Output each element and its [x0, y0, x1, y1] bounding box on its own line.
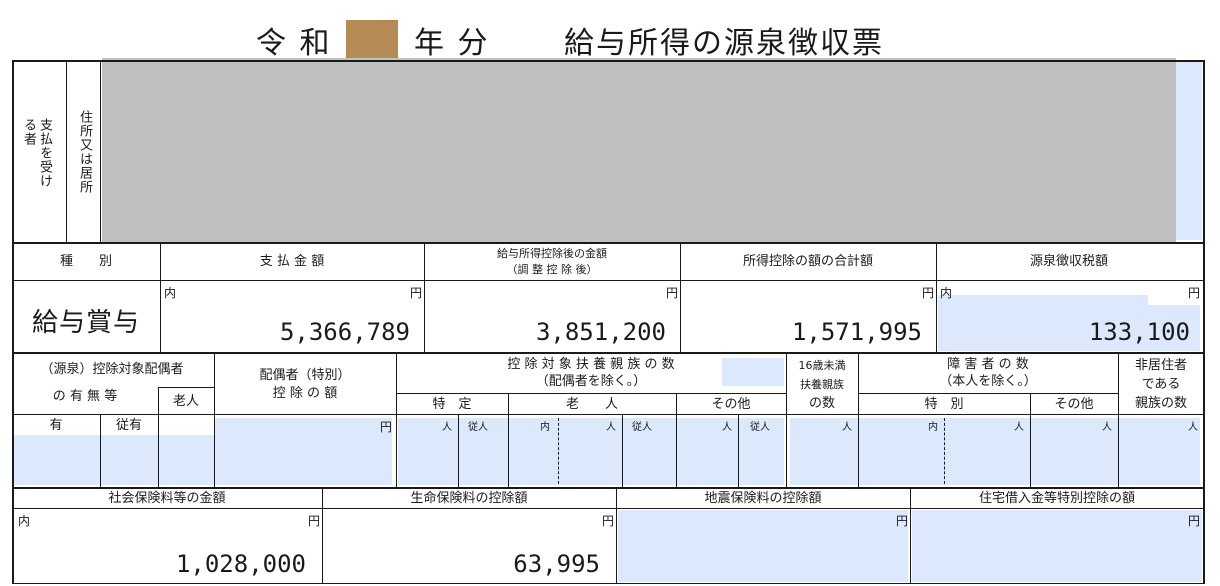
address-label: 住所又は居所 — [77, 110, 92, 194]
life-insurance-header: 生命保険料の控除額 — [410, 491, 528, 506]
social-insurance-header: 社会保険料等の金額 — [108, 491, 226, 506]
housing-yen: 円 — [1188, 514, 1201, 528]
deduction-total-header: 所得控除の額の合計額 — [742, 254, 873, 269]
tax-header: 源泉徴収税額 — [1029, 254, 1108, 269]
life-insurance-amount: 63,995 — [513, 550, 600, 578]
spouse-follower-label: 従有 — [115, 418, 142, 433]
row2-sub-rojin-dash — [558, 418, 559, 484]
quake-yen: 円 — [896, 514, 909, 528]
title-era: 令 和 — [256, 26, 332, 61]
after-deduction-subheader: （調 整 控 除 後） — [506, 263, 598, 276]
payment-inner-label: 内 — [164, 286, 177, 300]
row2-col-dis — [858, 352, 859, 487]
spouse-header-1: （源泉）控除対象配偶者 — [40, 362, 184, 377]
frame-top — [12, 60, 1204, 62]
housing-loan-header: 住宅借入金等特別控除の額 — [978, 491, 1135, 506]
row1-bottom — [12, 352, 1204, 354]
tax-yen: 円 — [1188, 286, 1201, 300]
frame-bottom — [12, 583, 1204, 584]
dependents-header-2: （配偶者を除く。） — [535, 374, 647, 389]
row1-header-bottom — [12, 280, 1204, 281]
document-title: 給与所得の源泉徴収票 — [564, 26, 884, 61]
nonresident-header-2: である — [1141, 377, 1181, 392]
spouse-header-2: の 有 無 等 — [52, 389, 118, 404]
row2-sub-tokutei — [458, 414, 459, 487]
nonresident-person: 人 — [1188, 422, 1198, 433]
spouse-yes-label: 有 — [49, 418, 63, 433]
rojin-person: 人 — [606, 422, 616, 433]
tax-inner-label: 内 — [940, 286, 953, 300]
disabled-special-header: 特 別 — [924, 397, 964, 412]
address-redaction — [102, 58, 1176, 244]
after-deduction-header: 給与所得控除後の金額 — [497, 247, 607, 260]
dependents-sonota-header: その他 — [711, 397, 751, 412]
row2-dis-sep — [858, 393, 1118, 394]
row2-sub-dis-dash — [944, 418, 945, 484]
life-yen: 円 — [602, 514, 615, 528]
deduction-total-yen: 円 — [922, 286, 935, 300]
quake-fill — [618, 510, 908, 582]
disabled-special-person: 人 — [1014, 422, 1024, 433]
recipient-side-label: 支払を受ける者 — [21, 118, 52, 188]
rojin-follow-person: 従人 — [632, 422, 652, 433]
row2-sub-sonota — [738, 414, 739, 487]
nonresident-header-1: 非居住者 — [1134, 358, 1187, 373]
tax-amount: 133,100 — [1088, 318, 1190, 346]
row2-bottom — [12, 487, 1204, 489]
sonota-follow-person: 従人 — [750, 422, 770, 433]
dependents-header-1: 控 除 対 象 扶 養 親 族 の 数 — [507, 357, 675, 372]
payment-yen: 円 — [410, 286, 423, 300]
nonresident-header-3: 親族の数 — [1134, 396, 1187, 411]
title-year-suffix: 年 分 — [414, 26, 490, 61]
deduction-total-amount: 1,571,995 — [791, 318, 922, 346]
social-yen: 円 — [308, 514, 321, 528]
sonota-person: 人 — [722, 422, 732, 433]
recipient-divider-1 — [66, 60, 67, 242]
social-insurance-amount: 1,028,000 — [175, 550, 306, 578]
under16-header-3: の数 — [808, 396, 835, 411]
dependents-tokutei-header: 特 定 — [432, 397, 472, 412]
disabled-special-inner: 内 — [928, 422, 938, 433]
row2-deps-sep — [396, 393, 786, 394]
row2-col-deps — [396, 352, 397, 487]
disabled-header-2: （本人を除く。） — [939, 374, 1037, 389]
housing-fill — [912, 510, 1202, 582]
row3-header-bottom — [12, 508, 1204, 509]
recipient-divider-2 — [100, 60, 101, 242]
dependents-rojin-header: 老 人 — [565, 397, 618, 412]
payment-amount: 5,366,789 — [279, 318, 410, 346]
payment-header: 支 払 金 額 — [259, 254, 325, 269]
disabled-other-person: 人 — [1102, 422, 1112, 433]
earthquake-insurance-header: 地震保険料の控除額 — [704, 491, 822, 506]
era-year-redaction — [346, 20, 398, 58]
under16-header-2: 扶養親族 — [800, 378, 844, 391]
row2-header-bottom — [12, 414, 1204, 415]
disabled-header-1: 障 害 者 の 数 — [947, 357, 1029, 372]
under16-header-1: 16歳未満 — [798, 359, 846, 372]
rojin-inner: 内 — [540, 422, 550, 433]
spouse-special-header-1: 配偶者（特別） — [259, 368, 351, 383]
social-inner-label: 内 — [18, 514, 31, 528]
tokutei-person: 人 — [442, 422, 452, 433]
spouse-special-yen: 円 — [380, 420, 393, 434]
disabled-other-header: その他 — [1054, 397, 1094, 412]
after-deduction-yen: 円 — [666, 286, 679, 300]
spouse-special-header-2: 控 除 の 額 — [272, 386, 338, 401]
address-fill-strip — [1176, 62, 1202, 240]
row2-values-fill-2 — [214, 418, 392, 485]
after-deduction-amount: 3,851,200 — [535, 318, 666, 346]
kind-value: 給与賞与 — [32, 308, 141, 338]
recipient-bottom — [12, 242, 1204, 244]
kind-header: 種 別 — [59, 254, 112, 269]
spouse-elder-header: 老人 — [172, 394, 199, 409]
row2-sub-rojin-2 — [622, 414, 623, 487]
row2-spouse-sep — [158, 387, 214, 388]
under16-person: 人 — [842, 422, 852, 433]
tokutei-follow-person: 従人 — [468, 422, 488, 433]
